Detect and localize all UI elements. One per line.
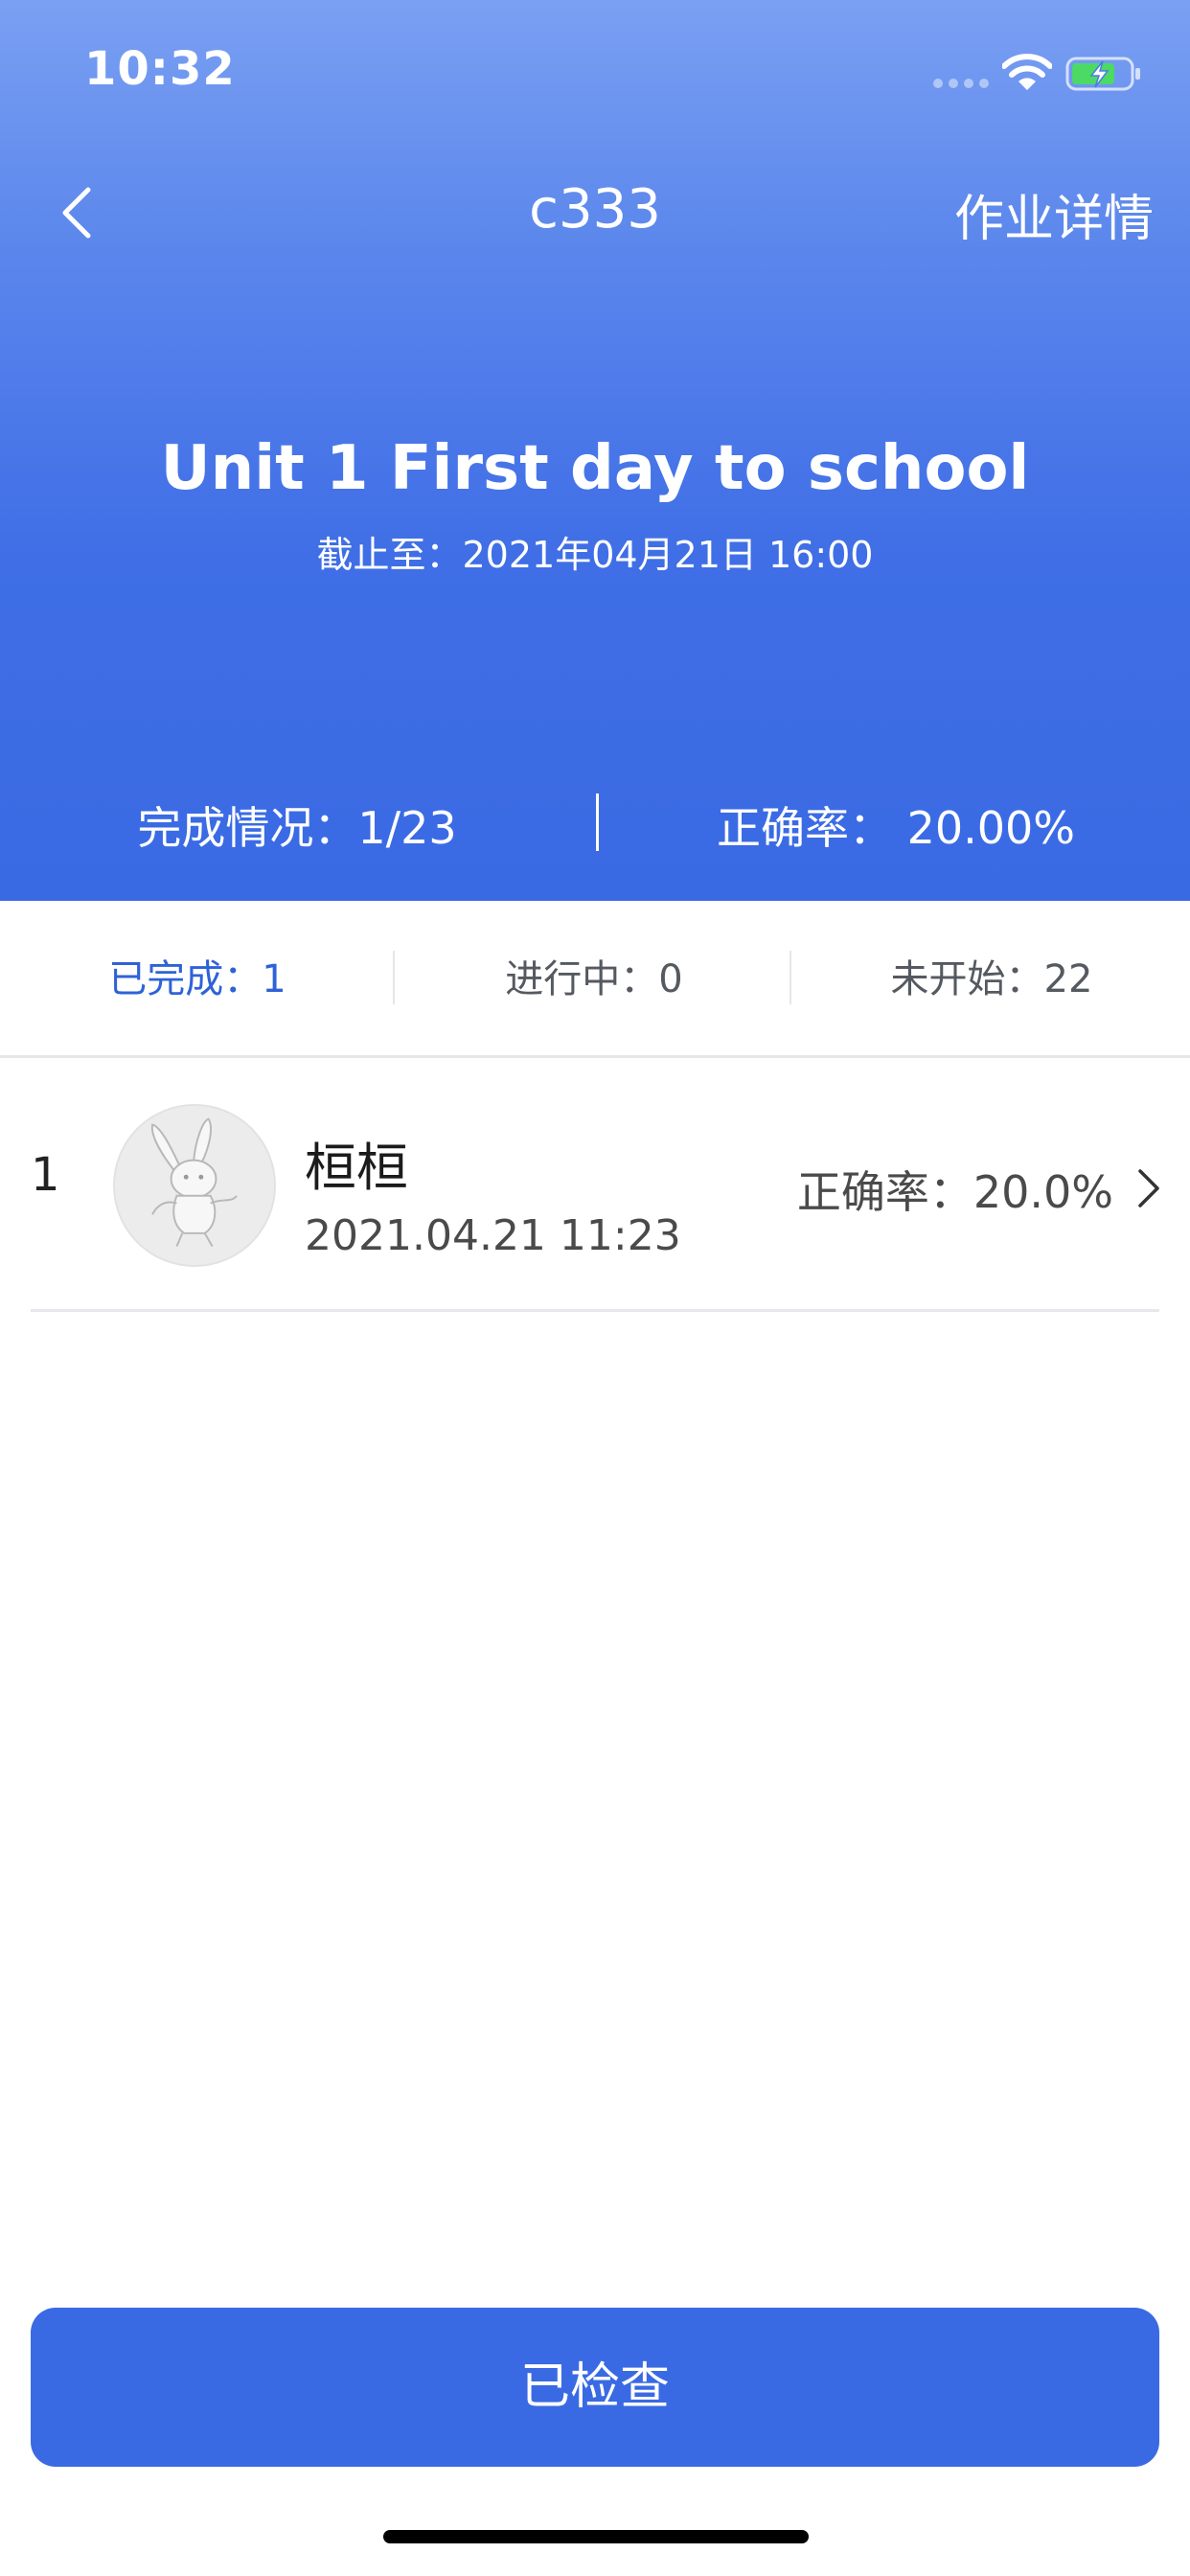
student-row[interactable]: 1 桓桓 2021.04.21 11:23 正确率：20.0%: [0, 1060, 1190, 1313]
status-time: 10:32: [84, 42, 236, 96]
homework-title: Unit 1 First day to school: [160, 433, 1030, 504]
home-indicator: [383, 2530, 809, 2543]
completion-stat: 完成情况：1/23: [137, 802, 457, 854]
homework-deadline: 截止至：2021年04月21日 16:00: [316, 534, 874, 576]
rabbit-avatar-icon: [115, 1106, 274, 1265]
accuracy-stat: 正确率： 20.00%: [716, 802, 1076, 854]
signal-dots-icon: [933, 79, 989, 88]
header: 10:32 c333 作业详情 Unit 1 First day to scho…: [0, 0, 1190, 901]
tab-divider: [393, 951, 395, 1004]
tab-in-progress[interactable]: 进行中：0: [397, 901, 791, 1058]
tab-completed[interactable]: 已完成：1: [0, 901, 395, 1058]
checked-button[interactable]: 已检查: [31, 2308, 1159, 2467]
submit-time: 2021.04.21 11:23: [305, 1211, 681, 1260]
stat-divider: [596, 794, 599, 851]
row-index: 1: [31, 1148, 60, 1202]
student-name: 桓桓: [305, 1138, 408, 1198]
student-accuracy: 正确率：20.0%: [796, 1166, 1113, 1218]
wifi-icon: [1002, 54, 1052, 90]
homework-detail-link[interactable]: 作业详情: [954, 178, 1154, 250]
row-divider: [31, 1309, 1159, 1312]
tab-not-started[interactable]: 未开始：22: [793, 901, 1190, 1058]
battery-charging-icon: [1065, 57, 1140, 91]
chevron-right-icon: [1138, 1169, 1159, 1208]
avatar: [113, 1104, 276, 1267]
tab-divider: [790, 951, 791, 1004]
status-tabs: 已完成：1 进行中：0 未开始：22: [0, 901, 1190, 1058]
